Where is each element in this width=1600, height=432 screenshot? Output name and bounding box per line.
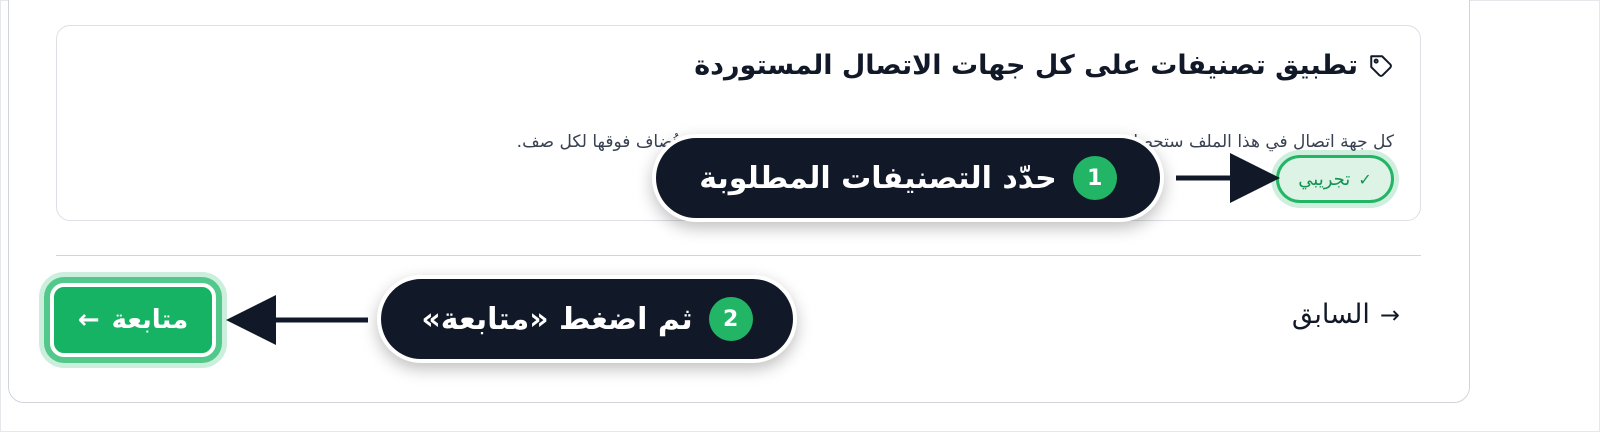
arrow-left-icon: ← [77, 305, 100, 335]
continue-button-label: متابعة [111, 305, 189, 335]
callout-step-1: 1 حدّد التصنيفات المطلوبة [652, 134, 1164, 222]
continue-button[interactable]: متابعة ← [50, 283, 216, 357]
callout-step-2-text: ثم اضغط «متابعة» [421, 301, 693, 337]
previous-button-label: السابق [1291, 299, 1370, 330]
tag-icon [1370, 54, 1392, 77]
step-number-badge: 1 [1072, 156, 1117, 200]
divider [56, 255, 1421, 256]
callout-step-1-text: حدّد التصنيفات المطلوبة [699, 160, 1057, 196]
arrow-right-icon: → [1379, 300, 1400, 329]
tag-chip-label: تجريبي [1298, 168, 1351, 190]
previous-button[interactable]: → السابق [1292, 299, 1400, 330]
tags-section-header: تطبيق تصنيفات على كل جهات الاتصال المستو… [694, 50, 1394, 81]
tags-section-title: تطبيق تصنيفات على كل جهات الاتصال المستو… [694, 50, 1358, 81]
tag-chip-selected[interactable]: ✓ تجريبي [1276, 155, 1394, 203]
check-icon: ✓ [1358, 169, 1372, 189]
callout-step-2: 2 ثم اضغط «متابعة» [377, 275, 797, 363]
step-number-badge: 2 [708, 297, 753, 341]
